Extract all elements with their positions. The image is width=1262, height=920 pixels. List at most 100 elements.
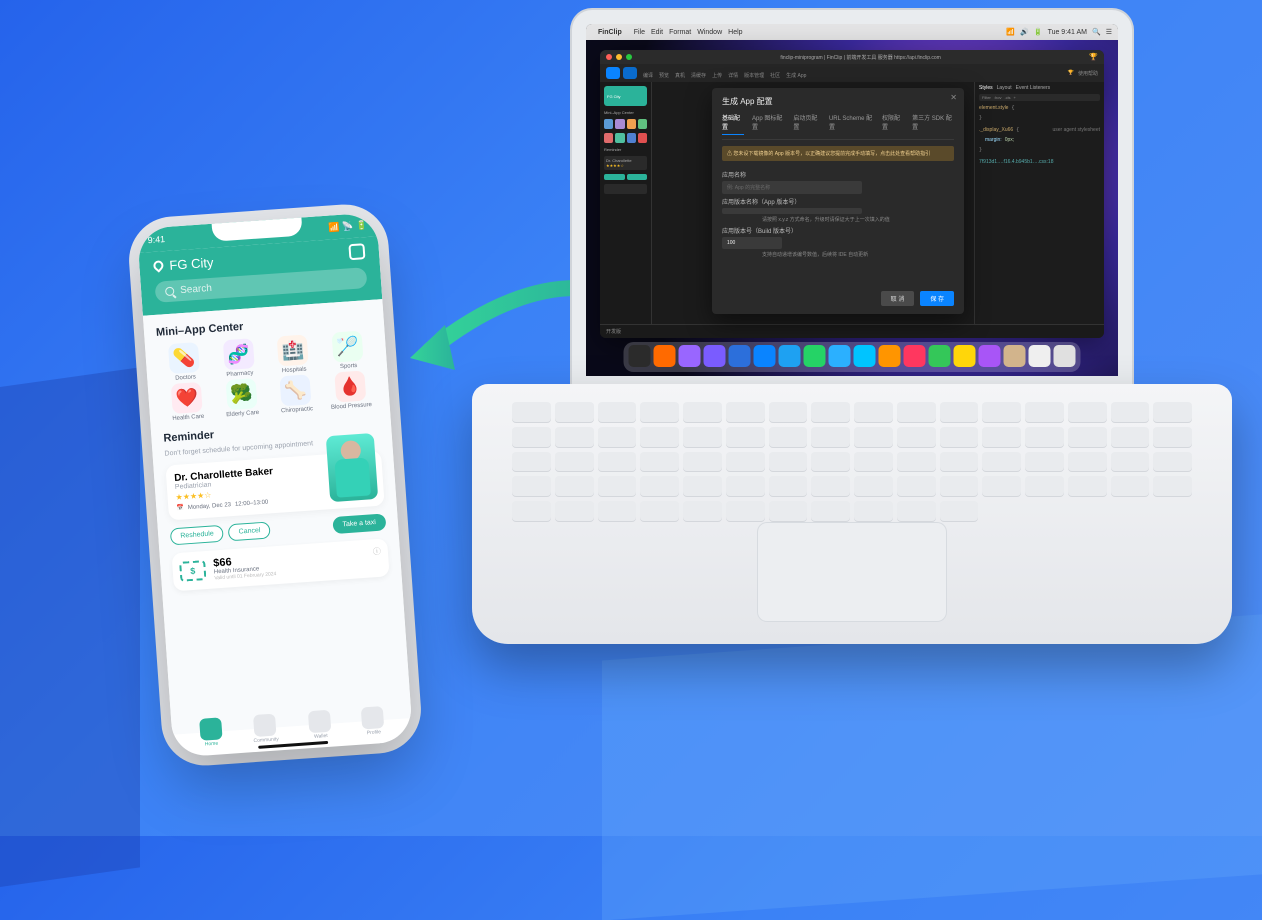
ide-toolbar: 编译预览真机清缓存上传详情版本管理社区生成 App 🏆 使用帮助 — [600, 64, 1104, 82]
mini-app-item[interactable]: 🧬 Pharmacy — [211, 337, 266, 379]
devtools-tab[interactable]: Event Listeners — [1016, 85, 1050, 91]
dock-app-icon[interactable] — [879, 345, 901, 367]
dock-app-icon[interactable] — [954, 345, 976, 367]
mini-app-item[interactable]: 🏸 Sports — [320, 330, 375, 372]
modal-tab[interactable]: 权限配置 — [882, 113, 904, 135]
mini-app-item[interactable]: 🥦 Elderly Care — [214, 377, 269, 419]
toolbar-item[interactable]: 生成 App — [783, 73, 809, 79]
dock-app-icon[interactable] — [654, 345, 676, 367]
tabbar-icon — [253, 714, 276, 737]
modal-tab[interactable]: URL Scheme 配置 — [829, 113, 874, 135]
search-input[interactable]: Search — [155, 267, 368, 303]
wifi-icon[interactable]: 📶 — [1006, 28, 1015, 36]
dock-app-icon[interactable] — [629, 345, 651, 367]
window-zoom-icon[interactable] — [626, 54, 632, 60]
mini-app-item[interactable]: 🦴 Chiropractic — [268, 374, 323, 416]
toolbar-item[interactable]: 社区 — [767, 73, 783, 79]
devtools-tab[interactable]: Layout — [997, 85, 1012, 91]
modal-tab[interactable]: 基础配置 — [722, 113, 744, 135]
insurance-card[interactable]: $ $66 Health Insurance Valid until 01 Fe… — [172, 538, 390, 591]
menubar-item[interactable]: Edit — [651, 29, 663, 36]
dock-app-icon[interactable] — [804, 345, 826, 367]
take-taxi-button[interactable]: Take a taxi — [332, 513, 387, 534]
tabbar-label: Profile — [367, 729, 382, 736]
scan-icon[interactable] — [348, 243, 365, 260]
info-icon[interactable]: ⓘ — [373, 546, 382, 558]
mini-app-item[interactable]: 🩸 Blood Pressure — [323, 370, 378, 412]
cancel-button[interactable]: Cancel — [228, 521, 271, 541]
mini-app-icon: 🩸 — [334, 371, 366, 403]
ide-window: finclip-miniprogram | FinClip | 前端开发工具 服… — [600, 50, 1104, 338]
toolbar-item[interactable]: 上传 — [709, 73, 725, 79]
menubar-time[interactable]: Tue 9:41 AM — [1048, 29, 1087, 36]
mini-app-item[interactable]: 🏥 Hospitals — [266, 334, 321, 376]
laptop-screen: FinClip File Edit Format Window Help 📶 🔊 🔋 T… — [572, 10, 1132, 390]
dock-app-icon[interactable] — [754, 345, 776, 367]
credit-label[interactable]: 使用帮助 — [1078, 70, 1098, 77]
toolbar-item[interactable]: 预览 — [656, 73, 672, 79]
control-center-icon[interactable]: ☰ — [1106, 28, 1112, 36]
tabbar-item[interactable]: Community — [252, 713, 279, 744]
field-version-name-input[interactable] — [722, 208, 862, 214]
toolbar-device-button[interactable] — [606, 67, 620, 79]
tabbar-item[interactable]: Home — [199, 717, 223, 747]
hov-toggle[interactable]: :hov — [994, 95, 1002, 100]
window-close-icon[interactable] — [606, 54, 612, 60]
toolbar-item[interactable]: 编译 — [640, 73, 656, 79]
volume-icon[interactable]: 🔊 — [1020, 28, 1029, 36]
devtools-tab[interactable]: Styles — [979, 85, 993, 91]
tabbar-item[interactable]: Profile — [361, 706, 385, 736]
filter-input[interactable]: Filter — [982, 95, 991, 100]
field-app-name-input[interactable]: 例: App 的完整名称 — [722, 181, 862, 194]
trophy-icon[interactable]: 🏆 — [1089, 53, 1098, 61]
dock-app-icon[interactable] — [929, 345, 951, 367]
tabbar-item[interactable]: Wallet — [308, 710, 332, 740]
modal-save-button[interactable]: 保 存 — [920, 291, 954, 306]
menubar-item[interactable]: Help — [728, 29, 742, 36]
modal-tab[interactable]: 第三方 SDK 配置 — [912, 113, 954, 135]
window-minimize-icon[interactable] — [616, 54, 622, 60]
cls-toggle[interactable]: .cls — [1004, 95, 1010, 100]
toolbar-item[interactable]: 真机 — [672, 73, 688, 79]
dock-app-icon[interactable] — [829, 345, 851, 367]
dock-app-icon[interactable] — [1004, 345, 1026, 367]
mini-app-icon: ❤️ — [171, 382, 203, 414]
add-rule-button[interactable]: + — [1013, 95, 1015, 100]
dock-app-icon[interactable] — [854, 345, 876, 367]
toolbar-item[interactable]: 详情 — [725, 73, 741, 79]
spotlight-icon[interactable]: 🔍 — [1092, 28, 1101, 36]
menubar-item[interactable]: File — [634, 29, 645, 36]
toolbar-platform-button[interactable] — [623, 67, 637, 79]
modal-tab[interactable]: App 图标配置 — [752, 113, 785, 135]
field-build-number-hint: 支持自动递增该编号数值，后续将 IDE 自动更新 — [762, 251, 954, 258]
mini-app-item[interactable]: ❤️ Health Care — [160, 381, 215, 423]
modal-tab[interactable]: 启动页配置 — [793, 113, 821, 135]
menubar-app-name[interactable]: FinClip — [598, 29, 622, 36]
battery-icon[interactable]: 🔋 — [1034, 28, 1043, 36]
toolbar-item[interactable]: 版本管理 — [741, 73, 767, 79]
reschedule-button[interactable]: Reshedule — [170, 525, 225, 546]
menubar-item[interactable]: Format — [669, 29, 691, 36]
toolbar-item[interactable]: 清缓存 — [688, 73, 709, 79]
dock-app-icon[interactable] — [779, 345, 801, 367]
dock-app-icon[interactable] — [979, 345, 1001, 367]
ide-status-bar: 开发版 — [600, 324, 1104, 338]
dock-app-icon[interactable] — [904, 345, 926, 367]
location-label: FG City — [169, 254, 214, 272]
dock-app-icon[interactable] — [729, 345, 751, 367]
ide-canvas: ✕ 生成 App 配置 基础配置App 图标配置启动页配置URL Scheme … — [652, 82, 1104, 324]
doctor-avatar — [326, 433, 378, 502]
modal-close-icon[interactable]: ✕ — [950, 93, 957, 102]
mini-app-item[interactable]: 💊 Doctors — [157, 341, 212, 383]
dock-app-icon[interactable] — [679, 345, 701, 367]
location-pin-icon — [151, 259, 165, 273]
doctor-card[interactable]: Dr. Charollette Baker Pediatrician ★★★★☆… — [165, 451, 384, 521]
menubar-item[interactable]: Window — [697, 29, 722, 36]
preview-header: FG City — [604, 86, 647, 106]
dock-app-icon[interactable] — [704, 345, 726, 367]
field-version-name-hint: 请按照 x.y.z 方式命名，升级时请保证大于上一次填入的值 — [762, 216, 954, 223]
modal-cancel-button[interactable]: 取 消 — [881, 291, 915, 306]
dock-app-icon[interactable] — [1029, 345, 1051, 367]
field-build-number-input[interactable]: 100 — [722, 237, 782, 249]
dock-app-icon[interactable] — [1054, 345, 1076, 367]
